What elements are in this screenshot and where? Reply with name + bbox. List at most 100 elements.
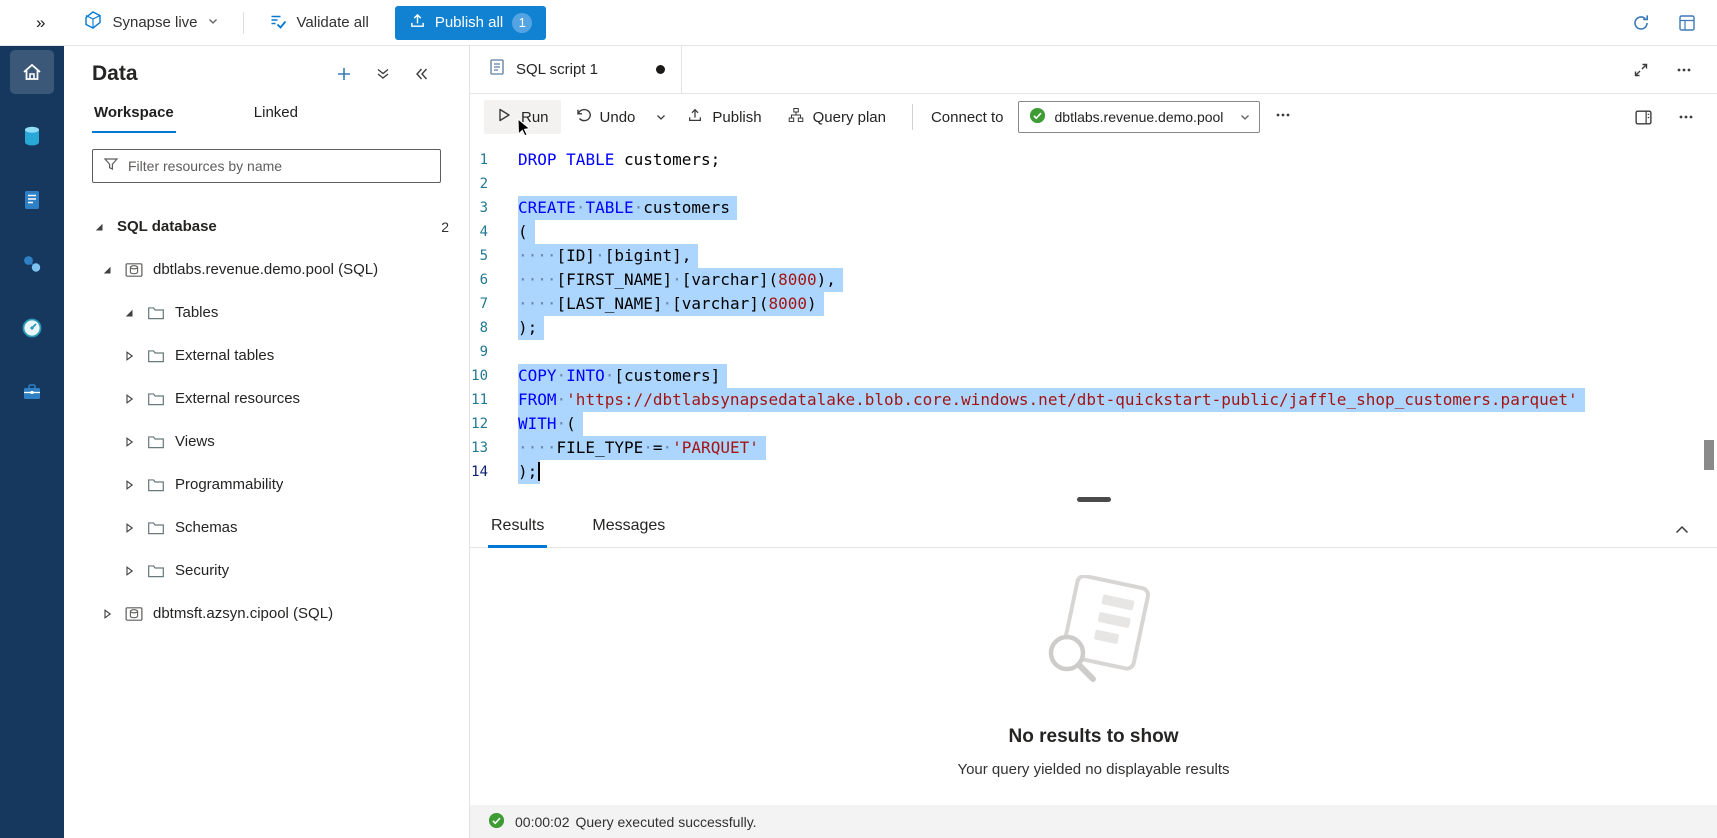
home-icon[interactable] (10, 50, 54, 94)
tree-item[interactable]: SQL database2 (64, 205, 469, 248)
pool-selector[interactable]: dbtlabs.revenue.demo.pool (1018, 101, 1260, 133)
editor-scrollbar-thumb[interactable] (1704, 440, 1714, 470)
splitter-handle-icon[interactable] (1077, 497, 1111, 502)
nav-expand-button[interactable]: » (0, 13, 59, 33)
tree-item[interactable]: dbtlabs.revenue.demo.pool (SQL) (64, 248, 469, 291)
publish-all-label: Publish all (435, 14, 503, 31)
panel-splitter[interactable] (470, 492, 1717, 506)
manage-hub-icon[interactable] (10, 370, 54, 414)
tree-item-label: dbtmsft.azsyn.cipool (SQL) (153, 605, 333, 622)
code-line[interactable]: 1DROP TABLE customers; (470, 148, 1717, 172)
data-panel: Data Workspace Linked SQL (64, 46, 470, 838)
code-line[interactable]: 13····FILE_TYPE·=·'PARQUET' (470, 436, 1717, 460)
chevron-expanded-icon[interactable] (122, 307, 136, 319)
unsaved-indicator (656, 65, 665, 74)
tab-messages[interactable]: Messages (589, 517, 668, 547)
tree-item[interactable]: External resources (64, 377, 469, 420)
divider (912, 104, 913, 130)
chevron-collapsed-icon[interactable] (122, 479, 136, 491)
query-plan-button[interactable]: Query plan (776, 100, 898, 134)
mode-switcher[interactable]: Synapse live (59, 10, 234, 35)
query-plan-icon (788, 107, 804, 127)
develop-hub-icon[interactable] (10, 178, 54, 222)
filter-input[interactable] (128, 158, 430, 174)
code-line[interactable]: 9 (470, 340, 1717, 364)
publish-button[interactable]: Publish (675, 100, 773, 134)
chevron-up-icon[interactable] (1673, 521, 1691, 539)
chevron-expanded-icon[interactable] (100, 264, 114, 276)
query-status-message: Query executed successfully. (576, 814, 757, 830)
tree-item-label: Schemas (175, 519, 238, 536)
code-line[interactable]: 12WITH·( (470, 412, 1717, 436)
chevron-collapsed-icon[interactable] (122, 350, 136, 362)
sql-script-icon (488, 58, 506, 81)
chevron-collapsed-icon[interactable] (122, 522, 136, 534)
chevron-collapsed-icon[interactable] (100, 608, 114, 620)
chevron-collapsed-icon[interactable] (122, 565, 136, 577)
line-number: 3 (470, 196, 518, 220)
line-content: ····[ID]·[bigint], (518, 244, 691, 268)
code-line[interactable]: 10COPY·INTO·[customers] (470, 364, 1717, 388)
code-line[interactable]: 5····[ID]·[bigint], (470, 244, 1717, 268)
undo-button[interactable]: Undo (563, 100, 648, 134)
item-count-badge: 2 (441, 219, 449, 235)
integrate-hub-icon[interactable] (10, 242, 54, 286)
data-hub-icon[interactable] (10, 114, 54, 158)
publish-label: Publish (712, 109, 761, 126)
results-body: No results to show Your query yielded no… (470, 548, 1717, 805)
chevron-expanded-icon[interactable] (92, 221, 106, 233)
toolbar-overflow-icon[interactable] (1262, 100, 1304, 134)
add-resource-icon[interactable] (335, 65, 353, 83)
line-number: 11 (470, 388, 518, 412)
chevron-collapsed-icon[interactable] (122, 436, 136, 448)
sql-editor[interactable]: 1DROP TABLE customers;23CREATE·TABLE·cus… (470, 140, 1717, 492)
success-check-icon (488, 812, 505, 832)
code-line[interactable]: 2 (470, 172, 1717, 196)
properties-icon[interactable] (1634, 108, 1653, 127)
validate-all-button[interactable]: Validate all (252, 11, 385, 35)
line-number: 5 (470, 244, 518, 268)
tree-item-label: Security (175, 562, 229, 579)
refresh-icon[interactable] (1631, 13, 1651, 33)
code-line[interactable]: 6····[FIRST_NAME]·[varchar](8000), (470, 268, 1717, 292)
collapse-panel-icon[interactable] (413, 66, 429, 82)
tree-item[interactable]: Security (64, 549, 469, 592)
monitor-hub-icon[interactable] (10, 306, 54, 350)
line-content: ( (518, 220, 528, 244)
tree-item[interactable]: dbtmsft.azsyn.cipool (SQL) (64, 592, 469, 635)
table-list-icon[interactable] (1677, 13, 1697, 33)
tab-workspace[interactable]: Workspace (92, 100, 176, 133)
run-button[interactable]: Run (484, 100, 561, 134)
chevron-double-down-icon[interactable] (375, 66, 391, 82)
more-actions-icon[interactable] (1675, 61, 1693, 79)
undo-dropdown-chevron-icon[interactable] (649, 104, 673, 130)
code-line[interactable]: 14); (470, 460, 1717, 484)
play-icon (496, 107, 512, 127)
tree-item[interactable]: Views (64, 420, 469, 463)
tab-linked[interactable]: Linked (252, 100, 300, 133)
tree-item-label: Tables (175, 304, 218, 321)
more-actions-icon[interactable] (1677, 108, 1695, 126)
no-results-illustration (1019, 575, 1169, 700)
tree-item[interactable]: Tables (64, 291, 469, 334)
chevron-down-icon (1239, 111, 1251, 123)
tree-item[interactable]: External tables (64, 334, 469, 377)
panel-actions (335, 65, 429, 83)
code-line[interactable]: 7····[LAST_NAME]·[varchar](8000) (470, 292, 1717, 316)
tab-results[interactable]: Results (488, 517, 547, 547)
line-content: ····[LAST_NAME]·[varchar](8000) (518, 292, 817, 316)
code-line[interactable]: 4( (470, 220, 1717, 244)
tree-item[interactable]: Schemas (64, 506, 469, 549)
text-caret (538, 462, 540, 481)
code-line[interactable]: 3CREATE·TABLE·customers (470, 196, 1717, 220)
code-line[interactable]: 11FROM·'https://dbtlabsynapsedatalake.bl… (470, 388, 1717, 412)
tab-sql-script[interactable]: SQL script 1 (470, 46, 682, 93)
tree-item[interactable]: Programmability (64, 463, 469, 506)
line-number: 9 (470, 340, 518, 364)
publish-icon (687, 107, 703, 127)
publish-all-button[interactable]: Publish all 1 (395, 6, 546, 40)
code-line[interactable]: 8); (470, 316, 1717, 340)
expand-editor-icon[interactable] (1633, 62, 1649, 78)
folder-icon (147, 519, 165, 537)
chevron-collapsed-icon[interactable] (122, 393, 136, 405)
